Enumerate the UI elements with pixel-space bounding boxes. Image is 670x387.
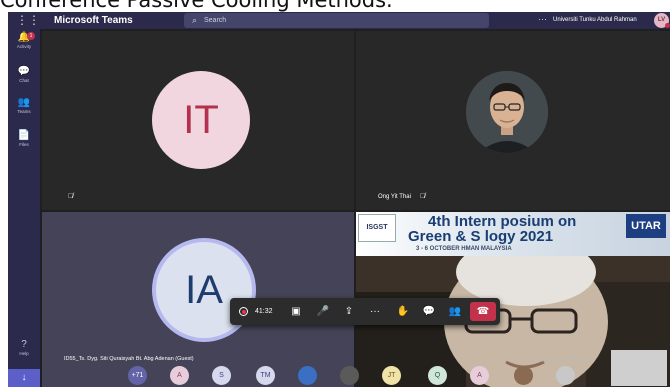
more-actions-icon[interactable]: ··· bbox=[364, 298, 386, 325]
rail-label: Help bbox=[19, 351, 29, 356]
camera-off-icon[interactable]: ▣ bbox=[285, 298, 307, 325]
rail-label: Activity bbox=[16, 44, 32, 49]
participant-chip[interactable] bbox=[514, 366, 533, 385]
raise-hand-icon[interactable]: ✋ bbox=[392, 298, 414, 325]
participant-chip[interactable]: JT bbox=[382, 366, 401, 385]
chat-icon: 💬 bbox=[17, 66, 31, 77]
title-bar: ⋮⋮ Microsoft Teams ⌕ Search ··· Universi… bbox=[8, 12, 670, 29]
conference-banner: ISGST 4th Intern posium on Green & S log… bbox=[356, 212, 670, 256]
rail-item-files[interactable]: 📄 Files bbox=[8, 130, 40, 148]
teams-icon: 👥 bbox=[17, 97, 31, 108]
rail-label: Files bbox=[19, 142, 29, 147]
organization-name[interactable]: Universiti Tunku Abdul Rahman bbox=[553, 12, 637, 29]
banner-line-3: 3 - 6 OCTOBER HMAN MALAYSIA bbox=[416, 246, 512, 252]
activity-badge: 1 bbox=[27, 32, 35, 40]
participant-chip[interactable]: TM bbox=[256, 366, 275, 385]
user-initials: LV bbox=[657, 17, 666, 23]
banner-line-2: Green & S logy 2021 bbox=[408, 228, 554, 245]
participant-chip[interactable]: A bbox=[170, 366, 189, 385]
rail-item-chat[interactable]: 💬 Chat bbox=[8, 66, 40, 84]
search-icon: ⌕ bbox=[192, 15, 198, 25]
participant-chip[interactable]: Q bbox=[428, 366, 447, 385]
participant-tile[interactable]: IT 🎙̸ bbox=[42, 31, 354, 210]
participant-photo bbox=[466, 71, 548, 153]
file-icon: 📄 bbox=[17, 130, 31, 141]
status-dot bbox=[665, 23, 670, 28]
share-screen-icon[interactable]: ⇪ bbox=[338, 298, 360, 325]
desktop-edge bbox=[0, 12, 8, 387]
search-input[interactable]: ⌕ Search bbox=[184, 13, 489, 28]
participant-chip[interactable]: +71 bbox=[128, 366, 147, 385]
rail-label: Chat bbox=[19, 78, 29, 83]
participant-initials: IT bbox=[152, 71, 250, 169]
app-title: Microsoft Teams bbox=[54, 15, 133, 26]
download-icon[interactable]: ↓ bbox=[8, 369, 40, 387]
app-launcher-icon[interactable]: ⋮⋮ bbox=[16, 13, 40, 27]
recording-icon bbox=[239, 307, 248, 316]
hang-up-button[interactable]: ☎ bbox=[470, 302, 496, 321]
participant-name: Ong Yit Thai bbox=[378, 194, 411, 200]
participant-name: ID55_Ts. Dyg. Siti Quraisyah Bt. Abg Ade… bbox=[64, 356, 194, 362]
mic-off-icon: 🎙̸ bbox=[420, 193, 426, 200]
mic-off-icon[interactable]: 🎤 bbox=[312, 298, 334, 325]
chat-icon[interactable]: 💬 bbox=[418, 298, 440, 325]
mic-off-icon: 🎙̸ bbox=[68, 193, 74, 200]
slide-title: Conference Passive Cooling Methods. bbox=[0, 0, 393, 12]
teams-window: ⋮⋮ Microsoft Teams ⌕ Search ··· Universi… bbox=[8, 12, 670, 387]
bell-icon: 🔔 bbox=[17, 32, 31, 43]
help-icon: ? bbox=[21, 339, 27, 350]
participants-icon[interactable]: 👥 bbox=[444, 298, 466, 325]
university-logo: UTAR bbox=[626, 214, 666, 238]
app-rail: 🔔 Activity 1 💬 Chat 👥 Teams 📄 Files ? He… bbox=[8, 29, 40, 387]
user-avatar[interactable]: LV bbox=[654, 13, 670, 28]
meeting-timer: 41:32 bbox=[255, 308, 273, 315]
activation-watermark: Activate Windo bbox=[538, 355, 592, 364]
more-options-button[interactable]: ··· bbox=[538, 12, 547, 27]
meeting-controls: 41:32 ▣ 🎤 ⇪ ··· ✋ 💬 👥 ☎ bbox=[230, 298, 500, 325]
participant-chip[interactable] bbox=[298, 366, 317, 385]
participant-strip: +71 A S TM JT Q A bbox=[42, 364, 670, 387]
participant-tile[interactable]: Ong Yit Thai 🎙̸ bbox=[356, 31, 670, 210]
participant-chip[interactable] bbox=[340, 366, 359, 385]
rail-item-help[interactable]: ? Help bbox=[8, 339, 40, 357]
conference-logo: ISGST bbox=[358, 214, 396, 242]
search-placeholder: Search bbox=[204, 17, 227, 24]
rail-item-teams[interactable]: 👥 Teams bbox=[8, 97, 40, 115]
rail-label: Teams bbox=[17, 109, 31, 114]
participant-chip[interactable]: S bbox=[212, 366, 231, 385]
participant-chip[interactable]: A bbox=[470, 366, 489, 385]
participant-chip[interactable] bbox=[556, 366, 575, 385]
rail-item-activity[interactable]: 🔔 Activity 1 bbox=[8, 32, 40, 50]
